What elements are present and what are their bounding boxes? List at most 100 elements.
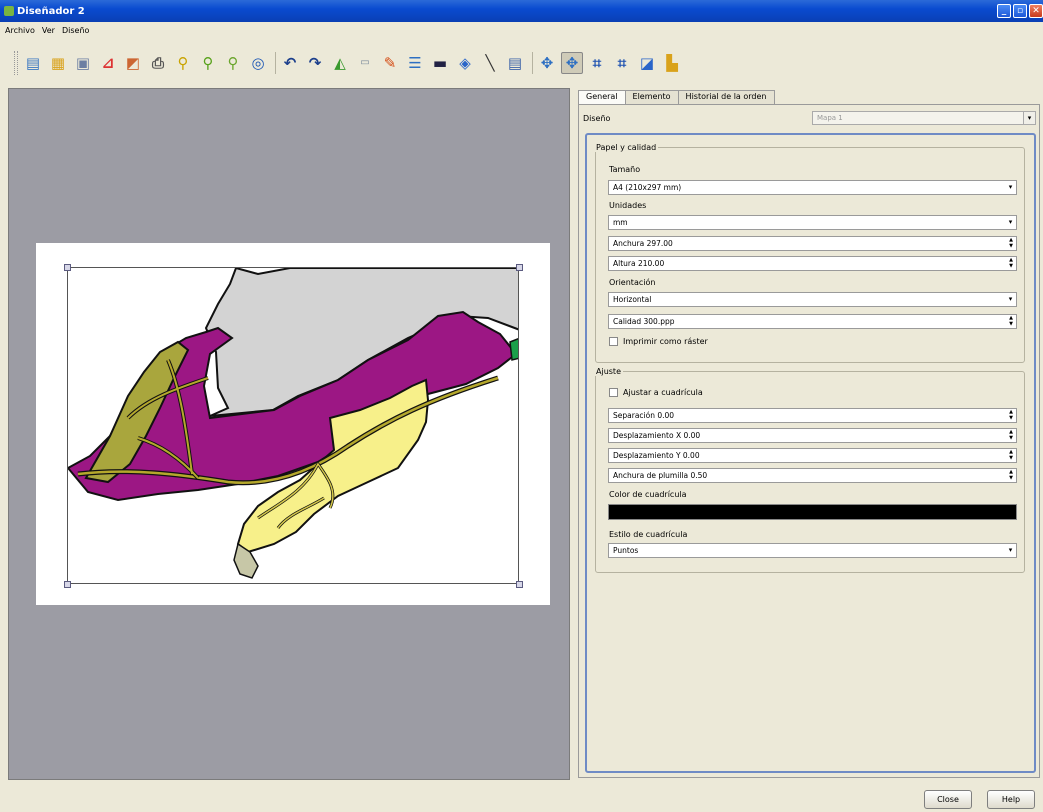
resize-handle-bottom-left[interactable]: [64, 581, 71, 588]
offset-y-spinbox[interactable]: Desplazamiento Y 0.00 ▲ ▼: [608, 448, 1017, 463]
quality-spinbox[interactable]: Calidad 300.ppp ▲ ▼: [608, 314, 1017, 329]
disenio-select[interactable]: Mapa 1 ▾: [812, 111, 1036, 125]
group-icon[interactable]: ⌗: [586, 52, 608, 74]
grid-color-label: Color de cuadrícula: [609, 490, 687, 499]
orientation-select[interactable]: Horizontal ▾: [608, 292, 1017, 307]
add-scalebar-icon[interactable]: ▬: [429, 52, 451, 74]
grid-style-label: Estilo de cuadrícula: [609, 530, 688, 539]
settings-scroll-area: Papel y calidad Tamaño A4 (210x297 mm) ▾…: [585, 133, 1036, 773]
quality-value: Calidad 300.ppp: [613, 317, 675, 326]
spin-arrows-icon[interactable]: ▲ ▼: [1006, 409, 1016, 422]
export-pdf-icon[interactable]: ⊿: [97, 52, 119, 74]
close-window-button[interactable]: ✕: [1029, 4, 1043, 18]
toolbar-separator: [532, 52, 533, 74]
snap-group: Ajuste Ajustar a cuadrícula Separación 0…: [595, 367, 1025, 573]
orientation-label: Orientación: [609, 278, 656, 287]
chevron-down-icon[interactable]: ▾: [1005, 293, 1016, 306]
add-label-icon[interactable]: ✎: [379, 52, 401, 74]
checkbox-box[interactable]: [609, 337, 618, 346]
help-button[interactable]: Help: [987, 790, 1035, 809]
map-green-area: [509, 337, 518, 361]
add-arrow-icon[interactable]: ╲: [479, 52, 501, 74]
size-label: Tamaño: [609, 165, 641, 174]
menu-archivo[interactable]: Archivo: [0, 26, 39, 40]
redo-icon[interactable]: ↷: [304, 52, 326, 74]
tab-historial[interactable]: Historial de la orden: [677, 90, 775, 104]
chevron-down-icon[interactable]: ▾: [1005, 544, 1016, 557]
chevron-down-icon[interactable]: ▾: [1005, 216, 1016, 229]
size-select[interactable]: A4 (210x297 mm) ▾: [608, 180, 1017, 195]
grid-style-value: Puntos: [613, 546, 639, 555]
zoom-in-icon[interactable]: ⚲: [197, 52, 219, 74]
orientation-value: Horizontal: [613, 295, 652, 304]
spacing-spinbox[interactable]: Separación 0.00 ▲ ▼: [608, 408, 1017, 423]
app-icon: [4, 6, 14, 16]
paper-page[interactable]: [36, 243, 550, 605]
resize-handle-bottom-right[interactable]: [516, 581, 523, 588]
spin-arrows-icon[interactable]: ▲ ▼: [1006, 237, 1016, 250]
panel-tabs: General Elemento Historial de la orden: [578, 90, 775, 104]
spin-arrows-icon[interactable]: ▲ ▼: [1006, 429, 1016, 442]
spin-arrows-icon[interactable]: ▲ ▼: [1006, 257, 1016, 270]
menu-diseno[interactable]: Diseño: [59, 26, 93, 40]
export-image-icon[interactable]: ▣: [72, 52, 94, 74]
general-panel: Diseño Mapa 1 ▾ Papel y calidad Tamaño A…: [578, 104, 1040, 778]
move-content-icon[interactable]: ✥: [561, 52, 583, 74]
raise-icon[interactable]: ◪: [636, 52, 658, 74]
resize-handle-top-left[interactable]: [64, 264, 71, 271]
window-title: Diseñador 2: [17, 5, 85, 17]
maximize-button[interactable]: ▫: [1013, 4, 1027, 18]
paper-quality-title: Papel y calidad: [596, 143, 657, 152]
add-legend-icon[interactable]: ☰: [404, 52, 426, 74]
undo-icon[interactable]: ↶: [279, 52, 301, 74]
pen-width-spinbox[interactable]: Anchura de plumilla 0.50 ▲ ▼: [608, 468, 1017, 483]
units-select[interactable]: mm ▾: [608, 215, 1017, 230]
tab-general[interactable]: General: [578, 90, 626, 104]
select-move-icon[interactable]: ✥: [536, 52, 558, 74]
zoom-out-icon[interactable]: ⚲: [222, 52, 244, 74]
chevron-down-icon[interactable]: ▾: [1005, 181, 1016, 194]
chevron-down-icon[interactable]: ▾: [1023, 112, 1035, 124]
width-spinbox[interactable]: Anchura 297.00 ▲ ▼: [608, 236, 1017, 251]
refresh-icon[interactable]: ◎: [247, 52, 269, 74]
height-spinbox[interactable]: Altura 210.00 ▲ ▼: [608, 256, 1017, 271]
width-value: Anchura 297.00: [613, 239, 673, 248]
checkbox-box[interactable]: [609, 388, 618, 397]
tab-elemento[interactable]: Elemento: [624, 90, 679, 104]
size-value: A4 (210x297 mm): [613, 183, 682, 192]
snap-grid-checkbox[interactable]: Ajustar a cuadrícula: [609, 388, 703, 397]
open-template-icon[interactable]: ▤: [22, 52, 44, 74]
spin-arrows-icon[interactable]: ▲ ▼: [1006, 469, 1016, 482]
grid-style-select[interactable]: Puntos ▾: [608, 543, 1017, 558]
print-raster-checkbox[interactable]: Imprimir como ráster: [609, 337, 708, 346]
print-icon[interactable]: ⎙: [147, 52, 169, 74]
ungroup-icon[interactable]: ⌗: [611, 52, 633, 74]
save-template-icon[interactable]: ▦: [47, 52, 69, 74]
add-image-icon[interactable]: ▭: [354, 52, 376, 74]
height-value: Altura 210.00: [613, 259, 665, 268]
disenio-value: Mapa 1: [817, 114, 843, 122]
close-button[interactable]: Close: [924, 790, 972, 809]
units-label: Unidades: [609, 201, 647, 210]
add-shape-icon[interactable]: ◈: [454, 52, 476, 74]
offset-x-value: Desplazamiento X 0.00: [613, 431, 701, 440]
add-table-icon[interactable]: ▤: [504, 52, 526, 74]
toolbar: ▤ ▦ ▣ ⊿ ◩ ⎙ ⚲ ⚲ ⚲ ◎ ↶ ↷ ◭ ▭ ✎ ☰ ▬ ◈ ╲ ▤ …: [14, 48, 686, 78]
spin-arrows-icon[interactable]: ▲ ▼: [1006, 315, 1016, 328]
add-map-icon[interactable]: ◭: [329, 52, 351, 74]
grid-color-button[interactable]: [608, 504, 1017, 520]
offset-x-spinbox[interactable]: Desplazamiento X 0.00 ▲ ▼: [608, 428, 1017, 443]
map-item[interactable]: [67, 267, 519, 584]
title-bar: Diseñador 2 _ ▫ ✕: [0, 0, 1043, 22]
resize-handle-top-right[interactable]: [516, 264, 523, 271]
composer-canvas[interactable]: [8, 88, 570, 780]
zoom-full-icon[interactable]: ⚲: [172, 52, 194, 74]
offset-y-value: Desplazamiento Y 0.00: [613, 451, 700, 460]
export-svg-icon[interactable]: ◩: [122, 52, 144, 74]
align-icon[interactable]: ▙: [661, 52, 683, 74]
snap-grid-label: Ajustar a cuadrícula: [623, 388, 703, 397]
spin-arrows-icon[interactable]: ▲ ▼: [1006, 449, 1016, 462]
minimize-button[interactable]: _: [997, 4, 1011, 18]
toolbar-grip[interactable]: [14, 51, 18, 75]
menu-ver[interactable]: Ver: [39, 26, 59, 40]
